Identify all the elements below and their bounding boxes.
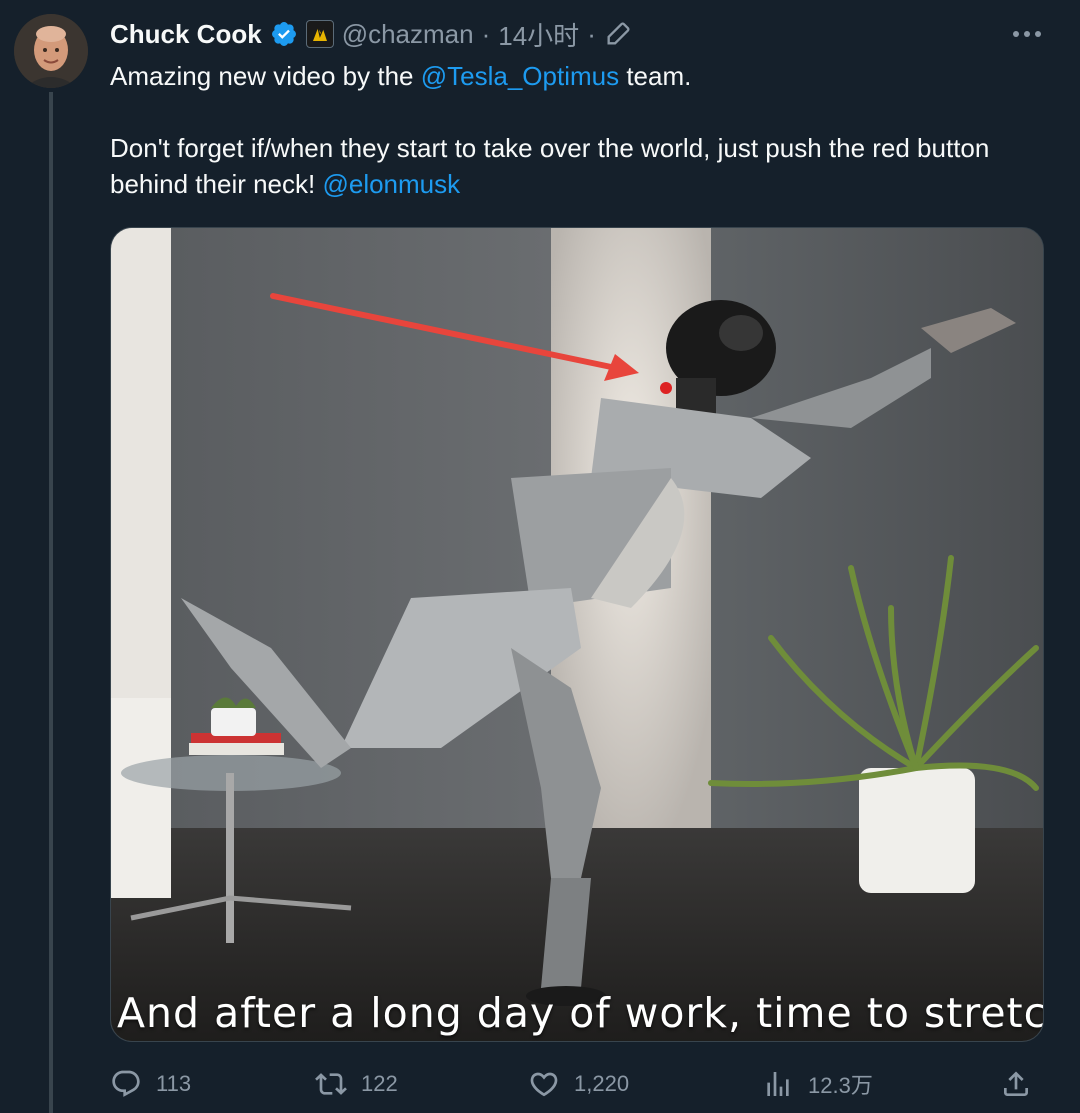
- avatar-image: [14, 14, 88, 88]
- verified-badge-icon[interactable]: [270, 20, 298, 48]
- like-count: 1,220: [574, 1071, 630, 1096]
- reply-count: 113: [156, 1071, 192, 1096]
- share-button[interactable]: [1000, 1062, 1032, 1106]
- heart-icon: [530, 1072, 558, 1097]
- tweet-text-line2: Don't forget if/when they start to take …: [110, 130, 1030, 202]
- reply-button[interactable]: 113: [110, 1062, 191, 1106]
- avatar[interactable]: [14, 14, 88, 88]
- like-button[interactable]: 1,220: [528, 1062, 629, 1106]
- share-icon: [1004, 1071, 1028, 1096]
- retweet-button[interactable]: 122: [315, 1062, 398, 1106]
- views-chart-icon: [767, 1072, 789, 1096]
- views-button[interactable]: 12.3万: [762, 1062, 873, 1106]
- views-count: 12.3万: [808, 1073, 873, 1098]
- separator-dot: ·: [587, 18, 596, 49]
- tweet: Chuck Cook @chazman · 14小时 · Amazing new…: [0, 0, 1080, 1113]
- tweet-text-line1: Amazing new video by the @Tesla_Optimus …: [110, 58, 1030, 94]
- text-segment: Amazing new video by the: [110, 61, 421, 91]
- tweet-header: Chuck Cook @chazman · 14小时 ·: [110, 14, 632, 54]
- more-options-button[interactable]: [1012, 22, 1042, 46]
- thread-line: [49, 92, 53, 1113]
- tweet-text: Amazing new video by the @Tesla_Optimus …: [110, 58, 1030, 202]
- video-caption: And after a long day of work, time to st…: [117, 989, 1044, 1037]
- handle[interactable]: @chazman: [342, 19, 474, 50]
- affiliation-badge-icon[interactable]: [305, 20, 334, 48]
- retweet-icon: [315, 1073, 347, 1095]
- separator-dot: ·: [481, 18, 491, 49]
- reply-icon: [112, 1070, 140, 1097]
- retweet-count: 122: [361, 1071, 398, 1096]
- timestamp[interactable]: 14小时: [498, 16, 579, 53]
- media-video[interactable]: And after a long day of work, time to st…: [110, 227, 1044, 1042]
- display-name[interactable]: Chuck Cook: [110, 19, 262, 50]
- mention-tesla-optimus[interactable]: @Tesla_Optimus: [421, 61, 619, 91]
- video-frame: [111, 228, 1043, 1041]
- more-icon: [1013, 31, 1041, 37]
- action-bar: 113 122 1,220 12.3万: [110, 1062, 1040, 1106]
- text-segment: Don't forget if/when they start to take …: [110, 133, 990, 199]
- text-segment: team.: [619, 61, 692, 91]
- edit-pencil-icon[interactable]: [604, 20, 632, 48]
- mention-elonmusk[interactable]: @elonmusk: [322, 169, 460, 199]
